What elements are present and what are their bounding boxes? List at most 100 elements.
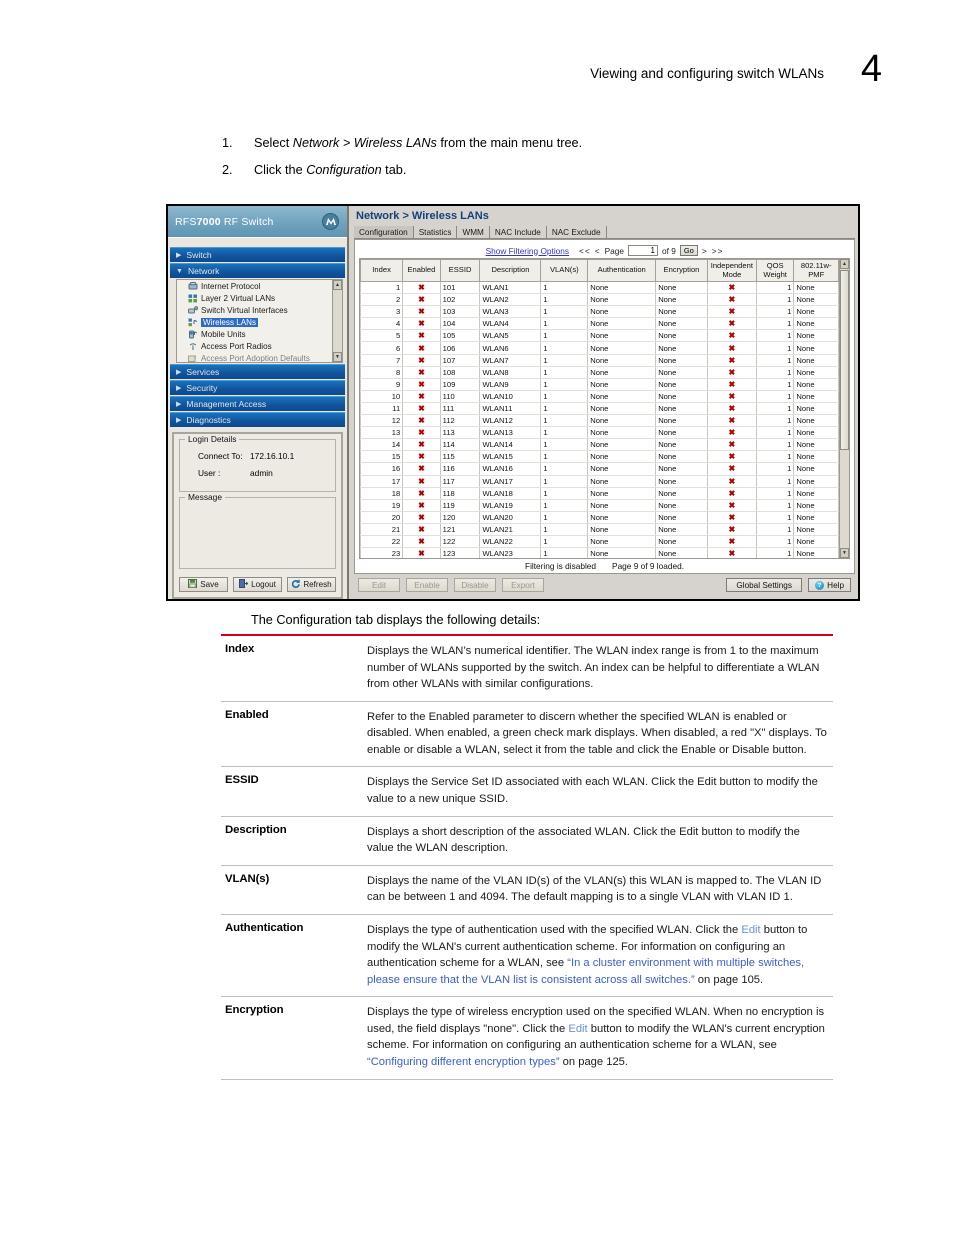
page-number-input[interactable] [628, 245, 658, 256]
cell-description: WLAN23 [479, 547, 542, 558]
show-filtering-options-link[interactable]: Show Filtering Options [486, 246, 569, 256]
inline-link[interactable]: Edit [741, 924, 760, 936]
cell-independent-mode: ✖ [706, 523, 757, 536]
table-row[interactable]: 7 ✖ 107 WLAN7 1 None None ✖ 1 None [360, 354, 839, 367]
cell-authentication: None [587, 402, 657, 416]
prev-page-button[interactable]: < [595, 246, 601, 256]
tab-statistics[interactable]: Statistics [414, 225, 458, 238]
message-legend: Message [185, 492, 225, 502]
tab-wmm[interactable]: WMM [457, 225, 490, 238]
table-row[interactable]: 12 ✖ 112 WLAN12 1 None None ✖ 1 None [360, 414, 839, 428]
refresh-button[interactable]: Refresh [287, 577, 336, 592]
column-header[interactable]: VLAN(s) [540, 259, 589, 282]
table-row[interactable]: 6 ✖ 106 WLAN6 1 None None ✖ 1 None [360, 341, 839, 355]
table-row[interactable]: 20 ✖ 120 WLAN20 1 None None ✖ 1 None [360, 511, 839, 524]
nav-section-diagnostics[interactable]: ▶ Diagnostics [170, 412, 345, 427]
column-header[interactable]: Independent Mode [706, 259, 757, 282]
edit-button[interactable]: Edit [358, 578, 400, 592]
tab-nac-exclude[interactable]: NAC Exclude [547, 225, 607, 238]
disabled-x-icon: ✖ [728, 319, 736, 329]
nav-tree-item-wireless-lans[interactable]: Wireless LANs [177, 316, 342, 328]
nav-tree-item-access-port-radios[interactable]: Access Port Radios [177, 340, 342, 352]
save-button[interactable]: Save [179, 577, 228, 592]
scroll-up-arrow-icon[interactable]: ▲ [840, 259, 849, 269]
nav-tree-scrollbar[interactable]: ▲ ▼ [332, 280, 342, 362]
table-row[interactable]: 13 ✖ 113 WLAN13 1 None None ✖ 1 None [360, 426, 839, 440]
cell-essid: 109 [439, 378, 481, 391]
tab-nac-include[interactable]: NAC Include [490, 225, 547, 238]
column-header[interactable]: Description [479, 259, 542, 282]
motorola-logo-icon [322, 213, 339, 230]
cell-qos-weight: 1 [755, 378, 795, 391]
nav-section-switch[interactable]: ▶ Switch [170, 247, 345, 262]
logout-button[interactable]: Logout [233, 577, 282, 592]
button-label: Refresh [303, 580, 332, 589]
global-settings-button[interactable]: Global Settings [726, 578, 803, 592]
nav-tree-item-mobile-units[interactable]: Mobile Units [177, 328, 342, 340]
disabled-x-icon: ✖ [418, 440, 425, 450]
nav-tree-item-switch-virtual-interfaces[interactable]: Switch Virtual Interfaces [177, 304, 342, 316]
nav-section-network[interactable]: ▼ Network [170, 263, 345, 278]
help-button[interactable]: ? Help [808, 578, 851, 592]
column-header[interactable]: Enabled [402, 259, 441, 282]
nav-section-security[interactable]: ▶ Security [170, 380, 345, 395]
cell-independent-mode: ✖ [706, 293, 757, 307]
table-row[interactable]: 19 ✖ 119 WLAN19 1 None None ✖ 1 None [360, 499, 839, 512]
column-header[interactable]: Encryption [655, 259, 708, 282]
column-header[interactable]: Authentication [587, 259, 657, 282]
enable-button[interactable]: Enable [406, 578, 448, 592]
table-row[interactable]: 17 ✖ 117 WLAN17 1 None None ✖ 1 None [360, 475, 839, 488]
table-row[interactable]: 1 ✖ 101 WLAN1 1 None None ✖ 1 None [360, 281, 839, 295]
cell-pmf: None [793, 329, 839, 343]
next-page-button[interactable]: > [702, 246, 708, 256]
table-row[interactable]: 22 ✖ 122 WLAN22 1 None None ✖ 1 None [360, 535, 839, 549]
cell-encryption: None [655, 402, 708, 416]
inline-link[interactable]: “Configuring different encryption types” [367, 1056, 560, 1068]
column-header[interactable]: ESSID [439, 259, 481, 282]
table-row[interactable]: 4 ✖ 104 WLAN4 1 None None ✖ 1 None [360, 317, 839, 331]
scroll-down-arrow-icon[interactable]: ▼ [840, 548, 849, 558]
table-row[interactable]: 8 ✖ 108 WLAN8 1 None None ✖ 1 None [360, 366, 839, 379]
table-row[interactable]: 21 ✖ 121 WLAN21 1 None None ✖ 1 None [360, 523, 839, 536]
scrollbar-thumb[interactable] [840, 270, 849, 450]
column-header[interactable]: 802.11w-PMF [793, 259, 839, 282]
table-row[interactable]: 15 ✖ 115 WLAN15 1 None None ✖ 1 None [360, 450, 839, 464]
first-page-button[interactable]: << [579, 246, 591, 256]
nav-tree-item-internet-protocol[interactable]: Internet Protocol [177, 280, 342, 292]
cell-authentication: None [587, 487, 657, 500]
table-row[interactable]: 9 ✖ 109 WLAN9 1 None None ✖ 1 None [360, 378, 839, 391]
last-page-button[interactable]: >> [712, 246, 724, 256]
table-row[interactable]: 18 ✖ 118 WLAN18 1 None None ✖ 1 None [360, 487, 839, 500]
scroll-up-arrow-icon[interactable]: ▲ [333, 280, 342, 290]
cell-index: 7 [360, 354, 404, 367]
table-row[interactable]: 2 ✖ 102 WLAN2 1 None None ✖ 1 None [360, 293, 839, 307]
inline-link[interactable]: Edit [568, 1023, 587, 1035]
inline-link[interactable]: “In a cluster environment with multiple … [367, 957, 804, 986]
table-row[interactable]: 3 ✖ 103 WLAN3 1 None None ✖ 1 None [360, 305, 839, 319]
export-button[interactable]: Export [502, 578, 544, 592]
column-header[interactable]: QOS Weight [755, 259, 795, 282]
nav-section-services[interactable]: ▶ Services [170, 364, 345, 379]
table-row[interactable]: 11 ✖ 111 WLAN11 1 None None ✖ 1 None [360, 402, 839, 416]
nav-tree-item-layer-2-virtual-lans[interactable]: Layer 2 Virtual LANs [177, 292, 342, 304]
table-row[interactable]: 14 ✖ 114 WLAN14 1 None None ✖ 1 None [360, 438, 839, 452]
go-button[interactable]: Go [679, 245, 698, 256]
scroll-down-arrow-icon[interactable]: ▼ [333, 352, 342, 362]
table-row[interactable]: 10 ✖ 110 WLAN10 1 None None ✖ 1 None [360, 390, 839, 403]
nav-section-management-access[interactable]: ▶ Management Access [170, 396, 345, 411]
column-header[interactable]: Index [360, 259, 404, 282]
disabled-x-icon: ✖ [728, 403, 736, 413]
nav-tree-item-access-port-adoption-defaults[interactable]: Access Port Adoption Defaults [177, 352, 342, 362]
table-row[interactable]: 23 ✖ 123 WLAN23 1 None None ✖ 1 None [360, 547, 839, 558]
tab-configuration[interactable]: Configuration [354, 225, 414, 238]
table-vertical-scrollbar[interactable]: ▲ ▼ [839, 259, 849, 558]
table-row[interactable]: 16 ✖ 116 WLAN16 1 None None ✖ 1 None [360, 462, 839, 476]
cell-essid: 111 [439, 402, 481, 416]
disabled-x-icon: ✖ [728, 428, 736, 438]
pagination-controls: << < Page of 9 Go > >> [579, 245, 723, 256]
cell-independent-mode: ✖ [706, 414, 757, 428]
cell-pmf: None [793, 523, 839, 536]
disable-button[interactable]: Disable [454, 578, 496, 592]
cell-description: WLAN12 [479, 414, 542, 428]
table-row[interactable]: 5 ✖ 105 WLAN5 1 None None ✖ 1 None [360, 329, 839, 343]
